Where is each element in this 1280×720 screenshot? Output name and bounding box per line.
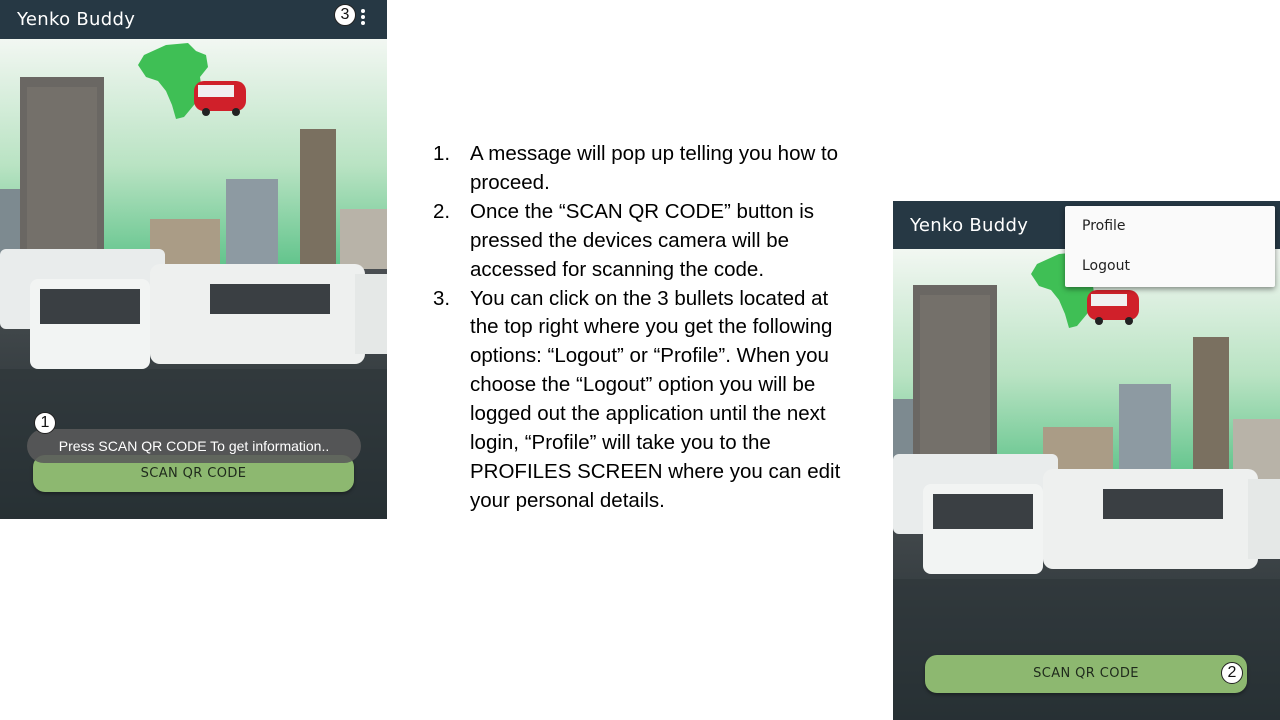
- menu-item-logout[interactable]: Logout: [1082, 258, 1130, 274]
- app-bar: Yenko Buddy: [0, 0, 387, 39]
- instruction-number: 3.: [433, 286, 451, 310]
- africa-logo-icon: [138, 43, 246, 119]
- instruction-item: 3. You can click on the 3 bullets locate…: [433, 285, 853, 516]
- instruction-number: 1.: [433, 142, 451, 165]
- instruction-number: 2.: [433, 199, 451, 223]
- app-title: Yenko Buddy: [910, 214, 1029, 236]
- scan-qr-code-button[interactable]: SCAN QR CODE: [925, 655, 1247, 693]
- toast-message: Press SCAN QR CODE To get information..: [27, 429, 361, 463]
- left-phone-screenshot: Yenko Buddy 3 SCAN QR CODE Press SCAN QR…: [0, 0, 387, 519]
- app-title: Yenko Buddy: [17, 9, 136, 30]
- callout-badge-2: 2: [1221, 662, 1243, 684]
- overflow-menu: Profile Logout: [1065, 206, 1275, 287]
- overflow-menu-icon[interactable]: [360, 9, 366, 25]
- callout-badge-3: 3: [334, 4, 356, 26]
- instruction-text: Once the “SCAN QR CODE” button is presse…: [470, 199, 815, 281]
- instruction-item: 1. A message will pop up telling you how…: [433, 140, 853, 198]
- right-phone-screenshot: Yenko Buddy Profile Logout SCAN QR CODE …: [893, 201, 1280, 720]
- instruction-text: A message will pop up telling you how to…: [470, 142, 839, 194]
- instruction-list: 1. A message will pop up telling you how…: [433, 140, 853, 516]
- instruction-text: You can click on the 3 bullets located a…: [470, 286, 841, 512]
- callout-badge-1: 1: [34, 412, 56, 434]
- menu-item-profile[interactable]: Profile: [1082, 218, 1126, 234]
- instruction-item: 2. Once the “SCAN QR CODE” button is pre…: [433, 198, 853, 285]
